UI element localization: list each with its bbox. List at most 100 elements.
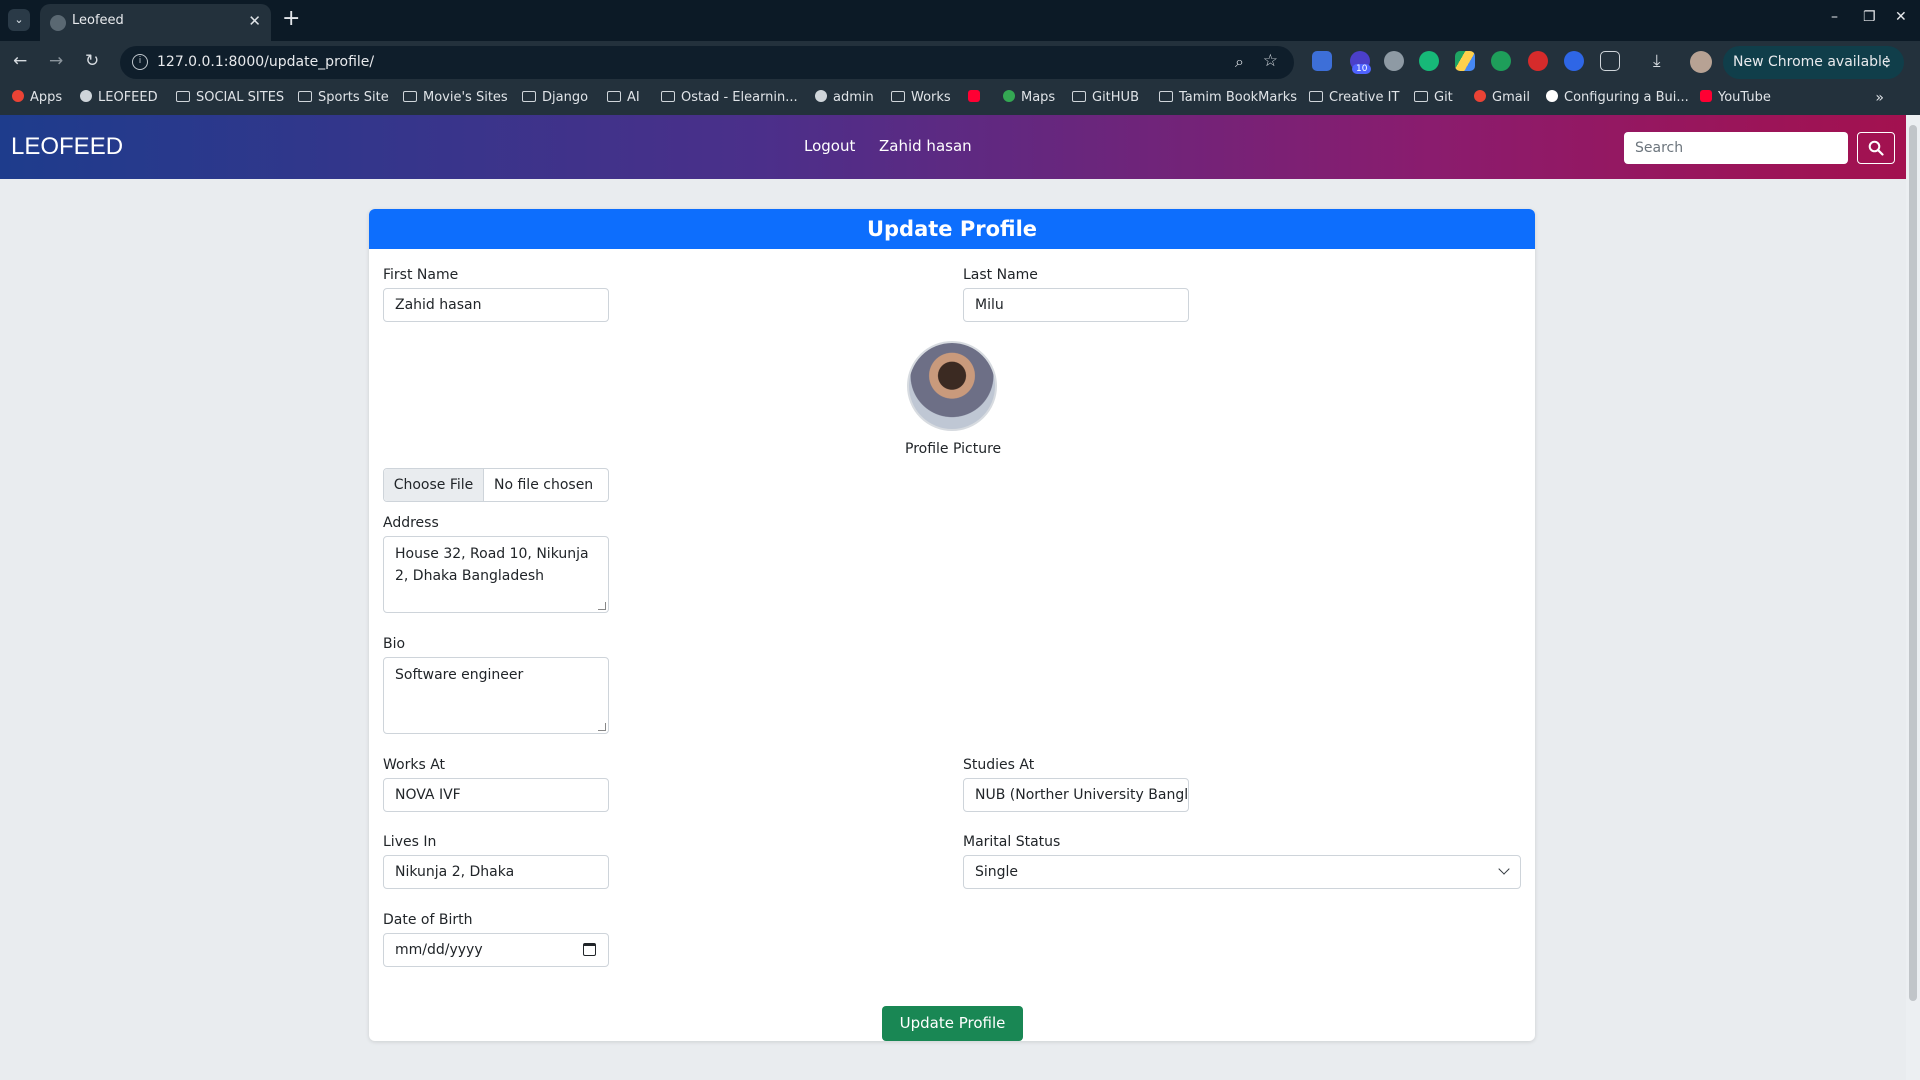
dob-placeholder: mm/dd/yyyy (395, 942, 483, 958)
blue-extension-icon[interactable] (1564, 51, 1584, 71)
browser-tab-strip: ⌄ Leofeed ✕ + – ❐ ✕ (0, 0, 1920, 41)
bookmark-label: Configuring a Bui... (1564, 90, 1689, 105)
kebab-menu-icon[interactable]: ⋮ (1880, 46, 1894, 79)
bookmark-label: LEOFEED (98, 90, 158, 105)
search-icon (1868, 140, 1884, 156)
page-scrollbar[interactable] (1906, 115, 1920, 1080)
bookmark-item[interactable] (968, 90, 986, 105)
lives-in-field[interactable]: Nikunja 2, Dhaka (383, 855, 609, 889)
bookmark-item[interactable]: Configuring a Bui... (1546, 90, 1689, 105)
bookmark-item[interactable]: YouTube (1700, 90, 1771, 105)
download-icon[interactable]: ⤓ (1653, 51, 1661, 71)
marital-status-select[interactable]: Single (963, 855, 1521, 889)
reload-icon[interactable]: ↻ (85, 51, 99, 71)
bookmark-label: Movie's Sites (423, 90, 508, 105)
bookmark-label: Git (1434, 90, 1453, 105)
bookmark-item[interactable]: Sports Site (298, 90, 389, 105)
bookmarks-overflow-icon[interactable]: » (1875, 90, 1884, 106)
user-profile-link[interactable]: Zahid hasan (879, 137, 972, 155)
profile-picture-label: Profile Picture (905, 441, 1002, 457)
profile-avatar[interactable] (1690, 51, 1712, 73)
bio-textarea[interactable]: Software engineer (383, 657, 609, 734)
tab-search-chevron-icon[interactable]: ⌄ (8, 9, 30, 31)
youtube-icon (1700, 90, 1712, 102)
browser-tab[interactable]: Leofeed ✕ (40, 4, 271, 41)
card-header: Update Profile (369, 209, 1535, 249)
bookmark-label: GitHUB (1092, 90, 1139, 105)
extensions-puzzle-icon[interactable] (1600, 51, 1620, 71)
bookmark-label: Django (542, 90, 589, 105)
address-textarea[interactable]: House 32, Road 10, Nikunja 2, Dhaka Bang… (383, 536, 609, 613)
bookmark-star-icon[interactable]: ☆ (1263, 51, 1278, 71)
folder-icon (1159, 91, 1173, 102)
share-extension-icon[interactable] (1384, 51, 1404, 71)
red-extension-icon[interactable] (1528, 51, 1548, 71)
bookmark-item[interactable]: Movie's Sites (403, 90, 508, 105)
bookmark-item[interactable]: Maps (1003, 90, 1055, 105)
bookmark-item[interactable]: GitHUB (1072, 90, 1139, 105)
dob-date-input[interactable]: mm/dd/yyyy (383, 933, 609, 967)
bookmark-item[interactable]: Django (522, 90, 588, 105)
address-bar[interactable]: i 127.0.0.1:8000/update_profile/ ⌕ ☆ (120, 46, 1294, 79)
bookmark-item[interactable]: Gmail (1474, 90, 1530, 105)
bookmark-label: Sports Site (318, 90, 389, 105)
scrollbar-thumb[interactable] (1909, 125, 1917, 1001)
back-arrow-icon[interactable]: ← (13, 51, 27, 71)
browser-toolbar: ← → ↻ i 127.0.0.1:8000/update_profile/ ⌕… (0, 41, 1920, 84)
bookmark-label: Gmail (1492, 90, 1530, 105)
folder-icon (891, 91, 905, 102)
search-input[interactable] (1624, 132, 1848, 164)
extension-badge: 10 (1352, 64, 1372, 74)
brand-logo[interactable]: LEOFEED (11, 133, 123, 161)
grammarly-icon[interactable] (1419, 51, 1439, 71)
bookmark-label: AI (627, 90, 640, 105)
folder-icon (1414, 91, 1428, 102)
studies-at-field[interactable]: NUB (Norther University Bangla (963, 778, 1189, 812)
first-name-field[interactable]: Zahid hasan (383, 288, 609, 322)
chevron-down-icon (1498, 863, 1510, 875)
bookmark-item[interactable]: admin (815, 90, 874, 105)
profile-picture-avatar (907, 341, 997, 431)
folder-icon (522, 91, 536, 102)
last-name-field[interactable]: Milu (963, 288, 1189, 322)
logout-link[interactable]: Logout (804, 137, 855, 155)
tab-favicon-icon (50, 15, 66, 31)
window-close-icon[interactable]: ✕ (1895, 9, 1907, 25)
minimize-icon[interactable]: – (1831, 9, 1838, 25)
resize-handle-icon[interactable] (598, 602, 606, 610)
bookmark-item[interactable]: Creative IT (1309, 90, 1399, 105)
calendar-icon[interactable] (583, 943, 596, 956)
resize-handle-icon[interactable] (598, 723, 606, 731)
tab-close-icon[interactable]: ✕ (248, 12, 261, 30)
forward-arrow-icon[interactable]: → (49, 51, 63, 71)
bookmark-item[interactable]: AI (607, 90, 640, 105)
update-profile-card: Update Profile First Name Zahid hasan La… (369, 209, 1535, 1041)
works-at-field[interactable]: NOVA IVF (383, 778, 609, 812)
bookmark-label: Apps (30, 90, 63, 105)
bookmark-item[interactable]: Git (1414, 90, 1453, 105)
bookmark-item[interactable]: SOCIAL SITES (176, 90, 284, 105)
translate-extension-icon[interactable] (1312, 51, 1332, 71)
zoom-magnifier-icon[interactable]: ⌕ (1235, 52, 1244, 72)
android-extension-icon[interactable] (1491, 51, 1511, 71)
bookmark-item[interactable]: Tamim BookMarks (1159, 90, 1297, 105)
chrome-update-button[interactable]: New Chrome available ⋮ (1723, 46, 1904, 79)
bookmark-label: Ostad - Elearnin... (681, 90, 798, 105)
drive-icon[interactable] (1455, 51, 1475, 71)
apps-grid-icon (12, 90, 24, 102)
choose-file-button[interactable]: Choose File (384, 469, 484, 501)
site-info-icon[interactable]: i (132, 54, 148, 70)
restore-icon[interactable]: ❐ (1863, 9, 1876, 25)
bookmark-item[interactable]: Apps (12, 90, 62, 105)
new-tab-plus-icon[interactable]: + (282, 6, 300, 31)
bookmark-item[interactable]: Works (891, 90, 951, 105)
update-profile-button[interactable]: Update Profile (882, 1006, 1023, 1041)
profile-picture-file-input[interactable]: Choose File No file chosen (383, 468, 609, 502)
page-viewport: LEOFEED Logout Zahid hasan Update Profil… (0, 115, 1920, 1080)
folder-icon (607, 91, 621, 102)
search-button[interactable] (1857, 132, 1895, 164)
works-at-label: Works At (383, 757, 446, 773)
bookmark-item[interactable]: Ostad - Elearnin... (661, 90, 798, 105)
maps-icon (1003, 90, 1015, 102)
bookmark-item[interactable]: LEOFEED (80, 90, 158, 105)
